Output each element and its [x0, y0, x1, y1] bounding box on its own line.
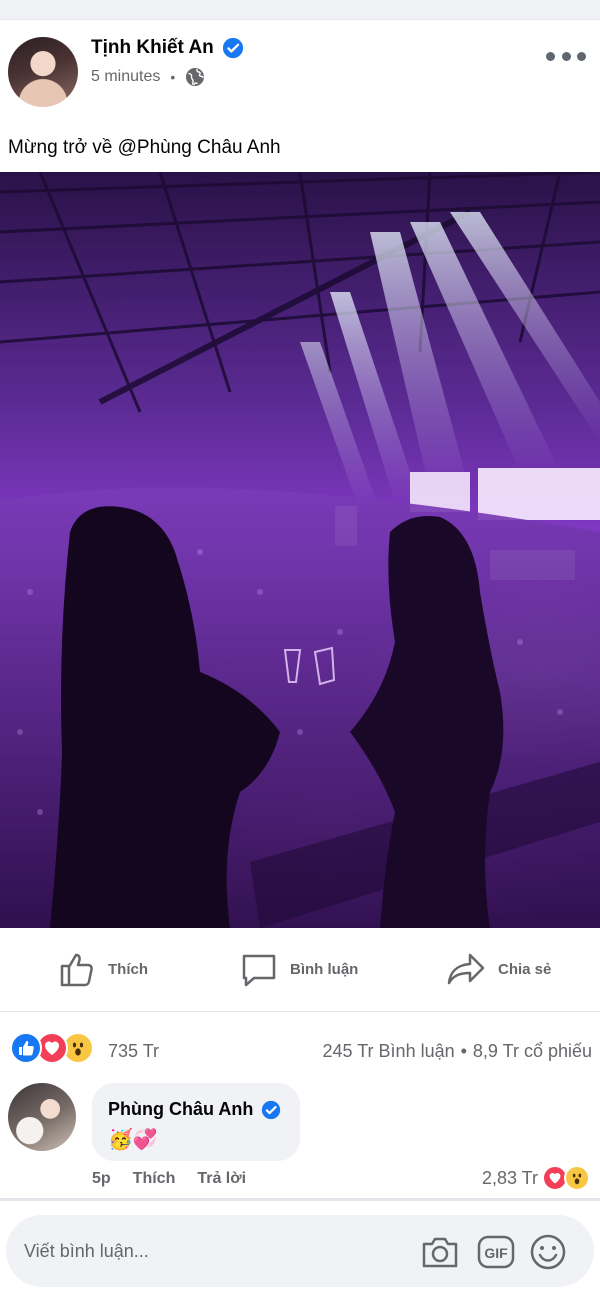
comment-reaction-count: 2,83 Tr	[481, 1167, 538, 1188]
reaction-icons[interactable]	[10, 1032, 100, 1066]
comment-bubble: Phùng Châu Anh 🥳💞	[92, 1083, 300, 1161]
verified-badge-icon	[262, 1100, 281, 1119]
reaction-count[interactable]: 735 Tr	[108, 1041, 159, 1062]
camera-icon[interactable]	[420, 1232, 460, 1272]
commenter-avatar[interactable]	[8, 1083, 76, 1151]
thumbs-up-icon	[60, 953, 93, 987]
post-timestamp[interactable]: 5 minutes	[91, 68, 160, 86]
commenter-name[interactable]: Phùng Châu Anh	[108, 1099, 253, 1120]
verified-badge-icon	[222, 37, 243, 59]
more-options-button[interactable]	[546, 44, 586, 68]
comment-count[interactable]: 245 Tr Bình luận	[323, 1041, 455, 1062]
engagement-stats: 245 Tr Bình luận • 8,9 Tr cổ phiếu	[323, 1041, 592, 1062]
comment-button[interactable]: Bình luận	[240, 948, 358, 990]
stats-separator: •	[460, 1041, 467, 1061]
stage-screen-right	[478, 468, 600, 520]
like-button[interactable]: Thích	[58, 948, 148, 990]
post-caption: Mừng trở về @Phùng Châu Anh	[8, 137, 281, 158]
commenter-name-row: Phùng Châu Anh	[108, 1099, 281, 1120]
globe-icon	[186, 68, 205, 86]
comment-input-field[interactable]	[24, 1233, 404, 1269]
comment-meta: 5p Thích Trả lời	[92, 1170, 246, 1188]
more-dot-icon	[561, 51, 571, 61]
wow-reaction-icon	[564, 1165, 590, 1191]
stage-light-beams	[300, 212, 600, 512]
comment-time: 5p	[92, 1170, 111, 1187]
comment-bubble-icon	[242, 954, 276, 987]
svg-text:GIF: GIF	[484, 1245, 508, 1261]
like-label: Thích	[108, 960, 148, 978]
post-header: Tịnh Khiết An 5 minutes •	[0, 22, 600, 122]
post-action-bar: Thích Bình luận Chia sẻ	[0, 928, 600, 1012]
gif-icon[interactable]: GIF	[476, 1232, 516, 1272]
top-divider-strip	[0, 0, 600, 20]
share-count[interactable]: 8,9 Tr cổ phiếu	[473, 1041, 592, 1062]
more-dot-icon	[577, 51, 586, 61]
share-label: Chia sẻ	[498, 960, 552, 978]
more-dot-icon	[546, 51, 555, 61]
share-button[interactable]: Chia sẻ	[446, 948, 551, 990]
emoji-icon[interactable]	[528, 1232, 568, 1272]
reactions-summary: 735 Tr 245 Tr Bình luận • 8,9 Tr cổ phiế…	[0, 1028, 600, 1072]
like-reaction-icon	[10, 1032, 42, 1064]
post-meta: 5 minutes •	[91, 67, 205, 87]
comment-reactions[interactable]: 2,83 Tr	[482, 1165, 590, 1191]
comment-text: 🥳💞	[108, 1129, 158, 1151]
meta-separator: •	[170, 69, 176, 85]
divider	[0, 1198, 600, 1201]
comment-composer: GIF	[6, 1215, 594, 1287]
post-photo[interactable]	[0, 172, 600, 928]
comment-like-link[interactable]: Thích	[133, 1170, 176, 1188]
author-row: Tịnh Khiết An	[91, 37, 244, 59]
comment-reply-link[interactable]: Trả lời	[197, 1170, 246, 1188]
concert-photo-illustration	[0, 172, 600, 928]
author-avatar[interactable]	[8, 37, 78, 107]
comment-label: Bình luận	[290, 960, 359, 978]
share-arrow-icon	[447, 953, 485, 985]
author-name[interactable]: Tịnh Khiết An	[91, 37, 214, 59]
